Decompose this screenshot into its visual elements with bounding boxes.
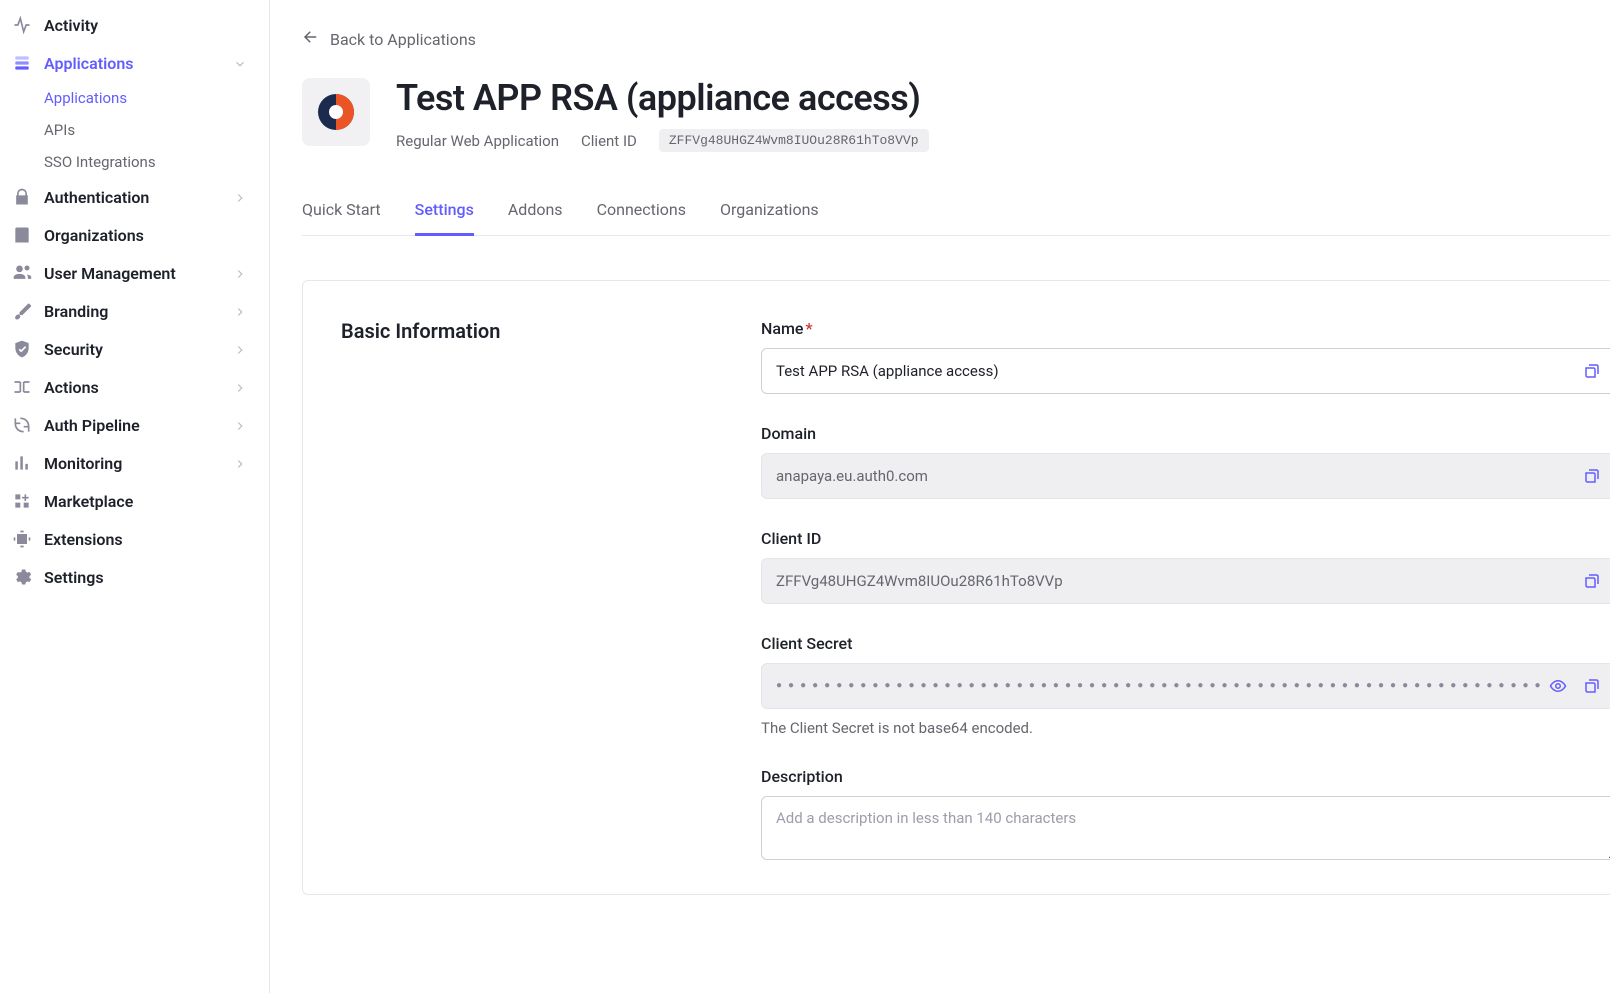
sidebar-subitem-apis[interactable]: APIs bbox=[44, 114, 269, 146]
chevron-right-icon bbox=[233, 304, 247, 318]
sidebar-item-settings[interactable]: Settings bbox=[0, 558, 269, 596]
copy-domain-button[interactable] bbox=[1581, 465, 1603, 487]
name-input-wrap bbox=[761, 348, 1610, 394]
tab-connections[interactable]: Connections bbox=[597, 200, 686, 236]
backlink-label: Back to Applications bbox=[330, 30, 476, 49]
tab-addons[interactable]: Addons bbox=[508, 200, 563, 236]
arrow-left-icon bbox=[302, 28, 320, 50]
tab-organizations[interactable]: Organizations bbox=[720, 200, 819, 236]
app-type-label: Regular Web Application bbox=[396, 132, 559, 150]
sidebar-item-label: Branding bbox=[44, 302, 108, 321]
tab-quick-start[interactable]: Quick Start bbox=[302, 200, 381, 236]
chevron-right-icon bbox=[233, 418, 247, 432]
chevron-down-icon bbox=[233, 56, 247, 70]
sidebar-item-applications[interactable]: Applications bbox=[0, 44, 269, 82]
client-secret-helper: The Client Secret is not base64 encoded. bbox=[761, 719, 1610, 737]
sidebar: ActivityApplicationsApplicationsAPIsSSO … bbox=[0, 0, 270, 993]
field-domain: Domain anapaya.eu.auth0.com bbox=[761, 424, 1610, 499]
sidebar-item-label: Activity bbox=[44, 16, 98, 35]
sidebar-item-label: Marketplace bbox=[44, 492, 133, 511]
tab-bar: Quick Start Settings Addons Connections Orga… bbox=[302, 200, 1610, 236]
sidebar-item-security[interactable]: Security bbox=[0, 330, 269, 368]
grid-plus-icon bbox=[12, 491, 32, 511]
chevron-right-icon bbox=[233, 342, 247, 356]
sidebar-item-label: Security bbox=[44, 340, 103, 359]
sidebar-item-user-management[interactable]: User Management bbox=[0, 254, 269, 292]
sidebar-item-label: User Management bbox=[44, 264, 176, 283]
sidebar-subitem-sso-integrations[interactable]: SSO Integrations bbox=[44, 146, 269, 178]
bars-icon bbox=[12, 453, 32, 473]
sidebar-item-label: Authentication bbox=[44, 188, 149, 207]
client-id-field-label: Client ID bbox=[761, 529, 1610, 548]
sidebar-item-extensions[interactable]: Extensions bbox=[0, 520, 269, 558]
field-name: Name* bbox=[761, 319, 1610, 394]
sidebar-item-label: Auth Pipeline bbox=[44, 416, 140, 435]
field-client-id: Client ID ZFFVg48UHGZ4Wvm8IUOu28R61hTo8V… bbox=[761, 529, 1610, 604]
brush-icon bbox=[12, 301, 32, 321]
client-id-value: ZFFVg48UHGZ4Wvm8IUOu28R61hTo8VVp bbox=[776, 572, 1581, 590]
sidebar-item-authentication[interactable]: Authentication bbox=[0, 178, 269, 216]
field-client-secret: Client Secret ●●●●●●●●●●●●●●●●●●●●●●●●●●… bbox=[761, 634, 1610, 737]
chip-icon bbox=[12, 529, 32, 549]
sidebar-item-label: Extensions bbox=[44, 530, 123, 549]
domain-input-wrap: anapaya.eu.auth0.com bbox=[761, 453, 1610, 499]
sidebar-item-branding[interactable]: Branding bbox=[0, 292, 269, 330]
client-id-input-wrap: ZFFVg48UHGZ4Wvm8IUOu28R61hTo8VVp bbox=[761, 558, 1610, 604]
sidebar-item-actions[interactable]: Actions bbox=[0, 368, 269, 406]
domain-label: Domain bbox=[761, 424, 1610, 443]
users-icon bbox=[12, 263, 32, 283]
app-header: Test APP RSA (appliance access) Regular … bbox=[302, 78, 1610, 152]
sidebar-item-label: Applications bbox=[44, 54, 133, 73]
copy-client-id-button[interactable] bbox=[1581, 570, 1603, 592]
chevron-right-icon bbox=[233, 190, 247, 204]
pipeline-icon bbox=[12, 415, 32, 435]
panel-heading: Basic Information bbox=[341, 319, 701, 343]
gear-icon bbox=[12, 567, 32, 587]
sidebar-item-label: Organizations bbox=[44, 226, 144, 245]
sidebar-item-marketplace[interactable]: Marketplace bbox=[0, 482, 269, 520]
sidebar-item-monitoring[interactable]: Monitoring bbox=[0, 444, 269, 482]
copy-secret-button[interactable] bbox=[1581, 675, 1603, 697]
client-secret-input-wrap: ●●●●●●●●●●●●●●●●●●●●●●●●●●●●●●●●●●●●●●●●… bbox=[761, 663, 1610, 709]
reveal-secret-button[interactable] bbox=[1547, 675, 1569, 697]
applications-icon bbox=[12, 53, 32, 73]
client-secret-masked: ●●●●●●●●●●●●●●●●●●●●●●●●●●●●●●●●●●●●●●●●… bbox=[776, 681, 1547, 691]
sidebar-item-activity[interactable]: Activity bbox=[0, 6, 269, 44]
sidebar-item-label: Monitoring bbox=[44, 454, 122, 473]
name-input[interactable] bbox=[776, 362, 1581, 380]
field-description: Description bbox=[761, 767, 1610, 864]
activity-icon bbox=[12, 15, 32, 35]
domain-value: anapaya.eu.auth0.com bbox=[776, 467, 1581, 485]
sidebar-subitem-applications[interactable]: Applications bbox=[44, 82, 269, 114]
lock-icon bbox=[12, 187, 32, 207]
chevron-right-icon bbox=[233, 456, 247, 470]
app-logo-icon bbox=[316, 92, 356, 132]
chevron-right-icon bbox=[233, 380, 247, 394]
client-id-label: Client ID bbox=[581, 132, 637, 150]
main-content: Back to Applications Test APP RSA (appli… bbox=[270, 0, 1610, 993]
back-to-applications-link[interactable]: Back to Applications bbox=[302, 22, 476, 78]
description-textarea[interactable] bbox=[761, 796, 1610, 860]
name-label: Name* bbox=[761, 319, 1610, 338]
client-secret-label: Client Secret bbox=[761, 634, 1610, 653]
copy-name-button[interactable] bbox=[1581, 360, 1603, 382]
sidebar-item-label: Actions bbox=[44, 378, 99, 397]
app-title: Test APP RSA (appliance access) bbox=[396, 78, 929, 119]
app-logo bbox=[302, 78, 370, 146]
building-icon bbox=[12, 225, 32, 245]
shield-icon bbox=[12, 339, 32, 359]
required-marker: * bbox=[805, 319, 812, 338]
sidebar-item-label: Settings bbox=[44, 568, 104, 587]
client-id-chip[interactable]: ZFFVg48UHGZ4Wvm8IUOu28R61hTo8VVp bbox=[659, 129, 929, 152]
description-label: Description bbox=[761, 767, 1610, 786]
basic-information-panel: Basic Information Name* Domain bbox=[302, 280, 1610, 895]
sidebar-item-auth-pipeline[interactable]: Auth Pipeline bbox=[0, 406, 269, 444]
sidebar-item-organizations[interactable]: Organizations bbox=[0, 216, 269, 254]
flow-icon bbox=[12, 377, 32, 397]
chevron-right-icon bbox=[233, 266, 247, 280]
tab-settings[interactable]: Settings bbox=[415, 200, 474, 236]
